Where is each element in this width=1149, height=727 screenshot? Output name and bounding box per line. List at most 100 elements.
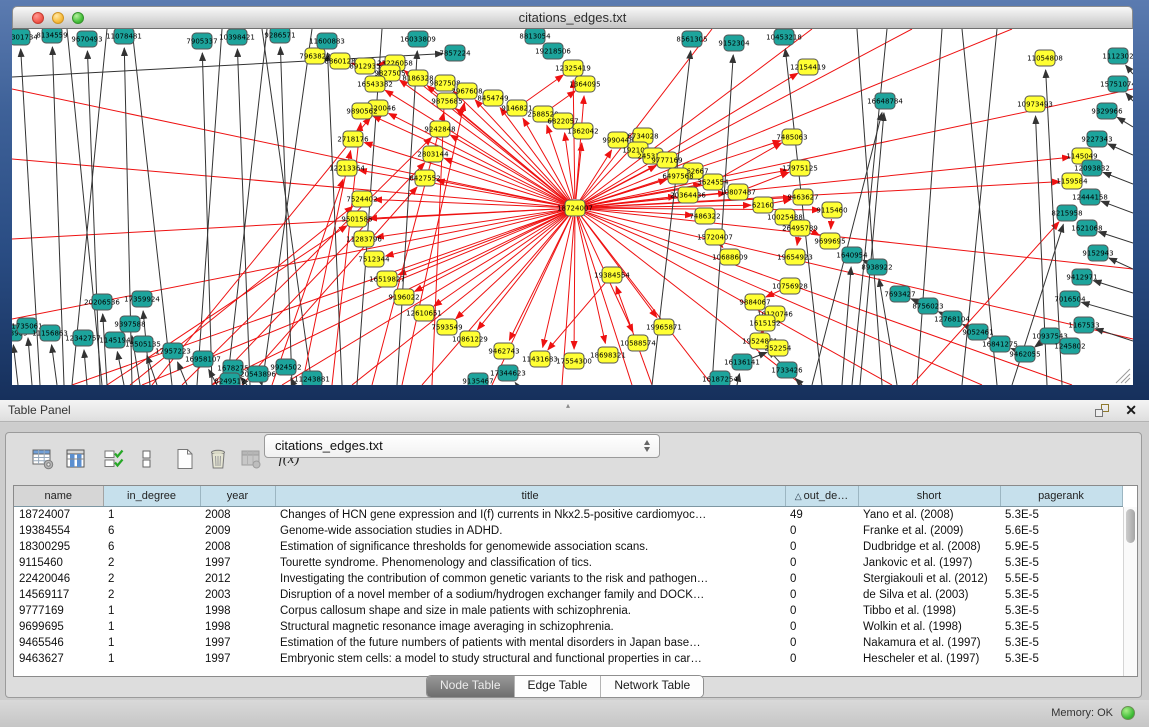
network-edge[interactable]: [576, 143, 582, 199]
network-edge[interactable]: [13, 345, 18, 385]
network-node[interactable]: 8813054: [519, 29, 551, 44]
cell-year[interactable]: 2012: [200, 571, 275, 587]
cell-short[interactable]: Stergiakouli et al. (2012): [858, 571, 1000, 587]
new-table-icon[interactable]: [172, 446, 198, 472]
network-edge[interactable]: [227, 29, 267, 385]
minimize-window-button[interactable]: [52, 12, 64, 24]
network-node[interactable]: 8134559: [36, 29, 67, 43]
cell-out_degree[interactable]: 0: [785, 635, 858, 651]
network-edge[interactable]: [574, 217, 575, 349]
network-node[interactable]: 20206536: [84, 294, 120, 310]
network-edge[interactable]: [766, 290, 782, 297]
cell-name[interactable]: 9699695: [14, 619, 103, 635]
network-edge[interactable]: [1126, 93, 1133, 101]
network-edge[interactable]: [721, 143, 782, 178]
import-table-icon[interactable]: [238, 446, 264, 472]
memory-status-indicator[interactable]: [1121, 706, 1135, 720]
cell-name[interactable]: 9115460: [14, 555, 103, 571]
table-row[interactable]: 977716911998Corpus callosum shape and si…: [14, 603, 1122, 619]
cell-name[interactable]: 14569117: [14, 587, 103, 603]
network-node[interactable]: 20301734: [12, 29, 38, 45]
network-node[interactable]: 10398421: [219, 29, 255, 45]
cell-name[interactable]: 18724007: [14, 507, 103, 524]
network-node[interactable]: 10688609: [712, 249, 748, 265]
network-node[interactable]: 16136141: [724, 354, 760, 370]
column-header-pagerank[interactable]: pagerank: [1000, 486, 1122, 507]
network-node[interactable]: 9227343: [1081, 131, 1112, 147]
cell-in_degree[interactable]: 1: [103, 651, 200, 667]
table-row[interactable]: 969969511998Structural magnetic resonanc…: [14, 619, 1122, 635]
column-header-in_degree[interactable]: in_degree: [103, 486, 200, 507]
select-all-rows-icon[interactable]: [101, 446, 127, 472]
cell-short[interactable]: Nakamura et al. (1997): [858, 635, 1000, 651]
network-node[interactable]: 15720407: [697, 229, 733, 245]
cell-in_degree[interactable]: 1: [103, 619, 200, 635]
cell-out_degree[interactable]: 0: [785, 619, 858, 635]
cell-short[interactable]: Wolkin et al. (1998): [858, 619, 1000, 635]
network-node[interactable]: 10453218: [766, 29, 802, 45]
network-edge[interactable]: [573, 80, 575, 199]
network-node[interactable]: 10588574: [620, 335, 656, 351]
network-node[interactable]: 11283796: [346, 231, 382, 247]
table-row[interactable]: 2242004622012Investigating the contribut…: [14, 571, 1122, 587]
cell-title[interactable]: Estimation of the future numbers of pati…: [275, 635, 785, 651]
network-edge[interactable]: [575, 208, 982, 385]
cell-short[interactable]: Yano et al. (2008): [858, 507, 1000, 524]
cell-pagerank[interactable]: 5.3E-5: [1000, 587, 1122, 603]
network-node[interactable]: 1364095: [569, 76, 600, 92]
network-node[interactable]: 12610651: [406, 305, 442, 321]
network-window-titlebar[interactable]: citations_edges.txt: [12, 6, 1133, 29]
cell-in_degree[interactable]: 6: [103, 523, 200, 539]
cell-pagerank[interactable]: 5.3E-5: [1000, 651, 1122, 667]
network-edge[interactable]: [917, 29, 942, 385]
network-edge[interactable]: [52, 345, 57, 385]
cell-year[interactable]: 1997: [200, 635, 275, 651]
tab-edge-table[interactable]: Edge Table: [514, 676, 601, 697]
network-node[interactable]: 19965871: [646, 319, 682, 335]
network-edge[interactable]: [548, 282, 606, 350]
network-node[interactable]: 16519827: [369, 271, 405, 287]
network-edge[interactable]: [1082, 302, 1133, 317]
column-header-name[interactable]: name: [14, 486, 103, 507]
network-edge[interactable]: [1098, 232, 1133, 243]
cell-year[interactable]: 2009: [200, 523, 275, 539]
network-edge[interactable]: [1126, 65, 1133, 74]
network-node[interactable]: 9152304: [718, 35, 750, 51]
column-header-title[interactable]: title: [275, 486, 785, 507]
network-edge[interactable]: [130, 207, 353, 385]
cell-short[interactable]: Franke et al. (2009): [858, 523, 1000, 539]
cell-title[interactable]: Structural magnetic resonance image aver…: [275, 619, 785, 635]
network-edge[interactable]: [575, 29, 712, 208]
network-node[interactable]: 9463627: [787, 189, 818, 205]
cell-year[interactable]: 2008: [200, 539, 275, 555]
network-edge[interactable]: [550, 91, 575, 109]
cell-out_degree[interactable]: 49: [785, 507, 858, 524]
network-edge[interactable]: [543, 217, 573, 348]
cell-out_degree[interactable]: 0: [785, 555, 858, 571]
table-scrollbar[interactable]: [1123, 507, 1137, 676]
network-node[interactable]: 7524402: [346, 191, 377, 207]
network-node[interactable]: 9135467: [462, 373, 493, 385]
network-node[interactable]: 15751074: [1100, 76, 1133, 92]
column-header-short[interactable]: short: [858, 486, 1000, 507]
network-svg[interactable]: 1872400779638228860128891293523226058982…: [12, 29, 1133, 385]
cell-out_degree[interactable]: 0: [785, 651, 858, 667]
network-edge[interactable]: [842, 267, 851, 385]
network-node[interactable]: 7485063: [776, 129, 807, 145]
clear-selection-icon[interactable]: [134, 446, 160, 472]
cell-name[interactable]: 9463627: [14, 651, 103, 667]
cell-in_degree[interactable]: 1: [103, 507, 200, 524]
network-node[interactable]: 62160: [752, 197, 774, 213]
network-node[interactable]: 252254: [765, 340, 792, 356]
cell-out_degree[interactable]: 0: [785, 603, 858, 619]
table-selector[interactable]: citations_edges.txt: [264, 434, 660, 458]
cell-out_degree[interactable]: 0: [785, 571, 858, 587]
cell-year[interactable]: 2008: [200, 507, 275, 524]
network-edge[interactable]: [152, 117, 370, 385]
close-window-button[interactable]: [32, 12, 44, 24]
resize-grip-icon[interactable]: [1121, 374, 1130, 383]
network-node[interactable]: 12768104: [934, 311, 970, 327]
network-node[interactable]: 9670493: [71, 31, 102, 47]
network-edge[interactable]: [1095, 329, 1133, 341]
network-edge[interactable]: [1108, 144, 1133, 155]
